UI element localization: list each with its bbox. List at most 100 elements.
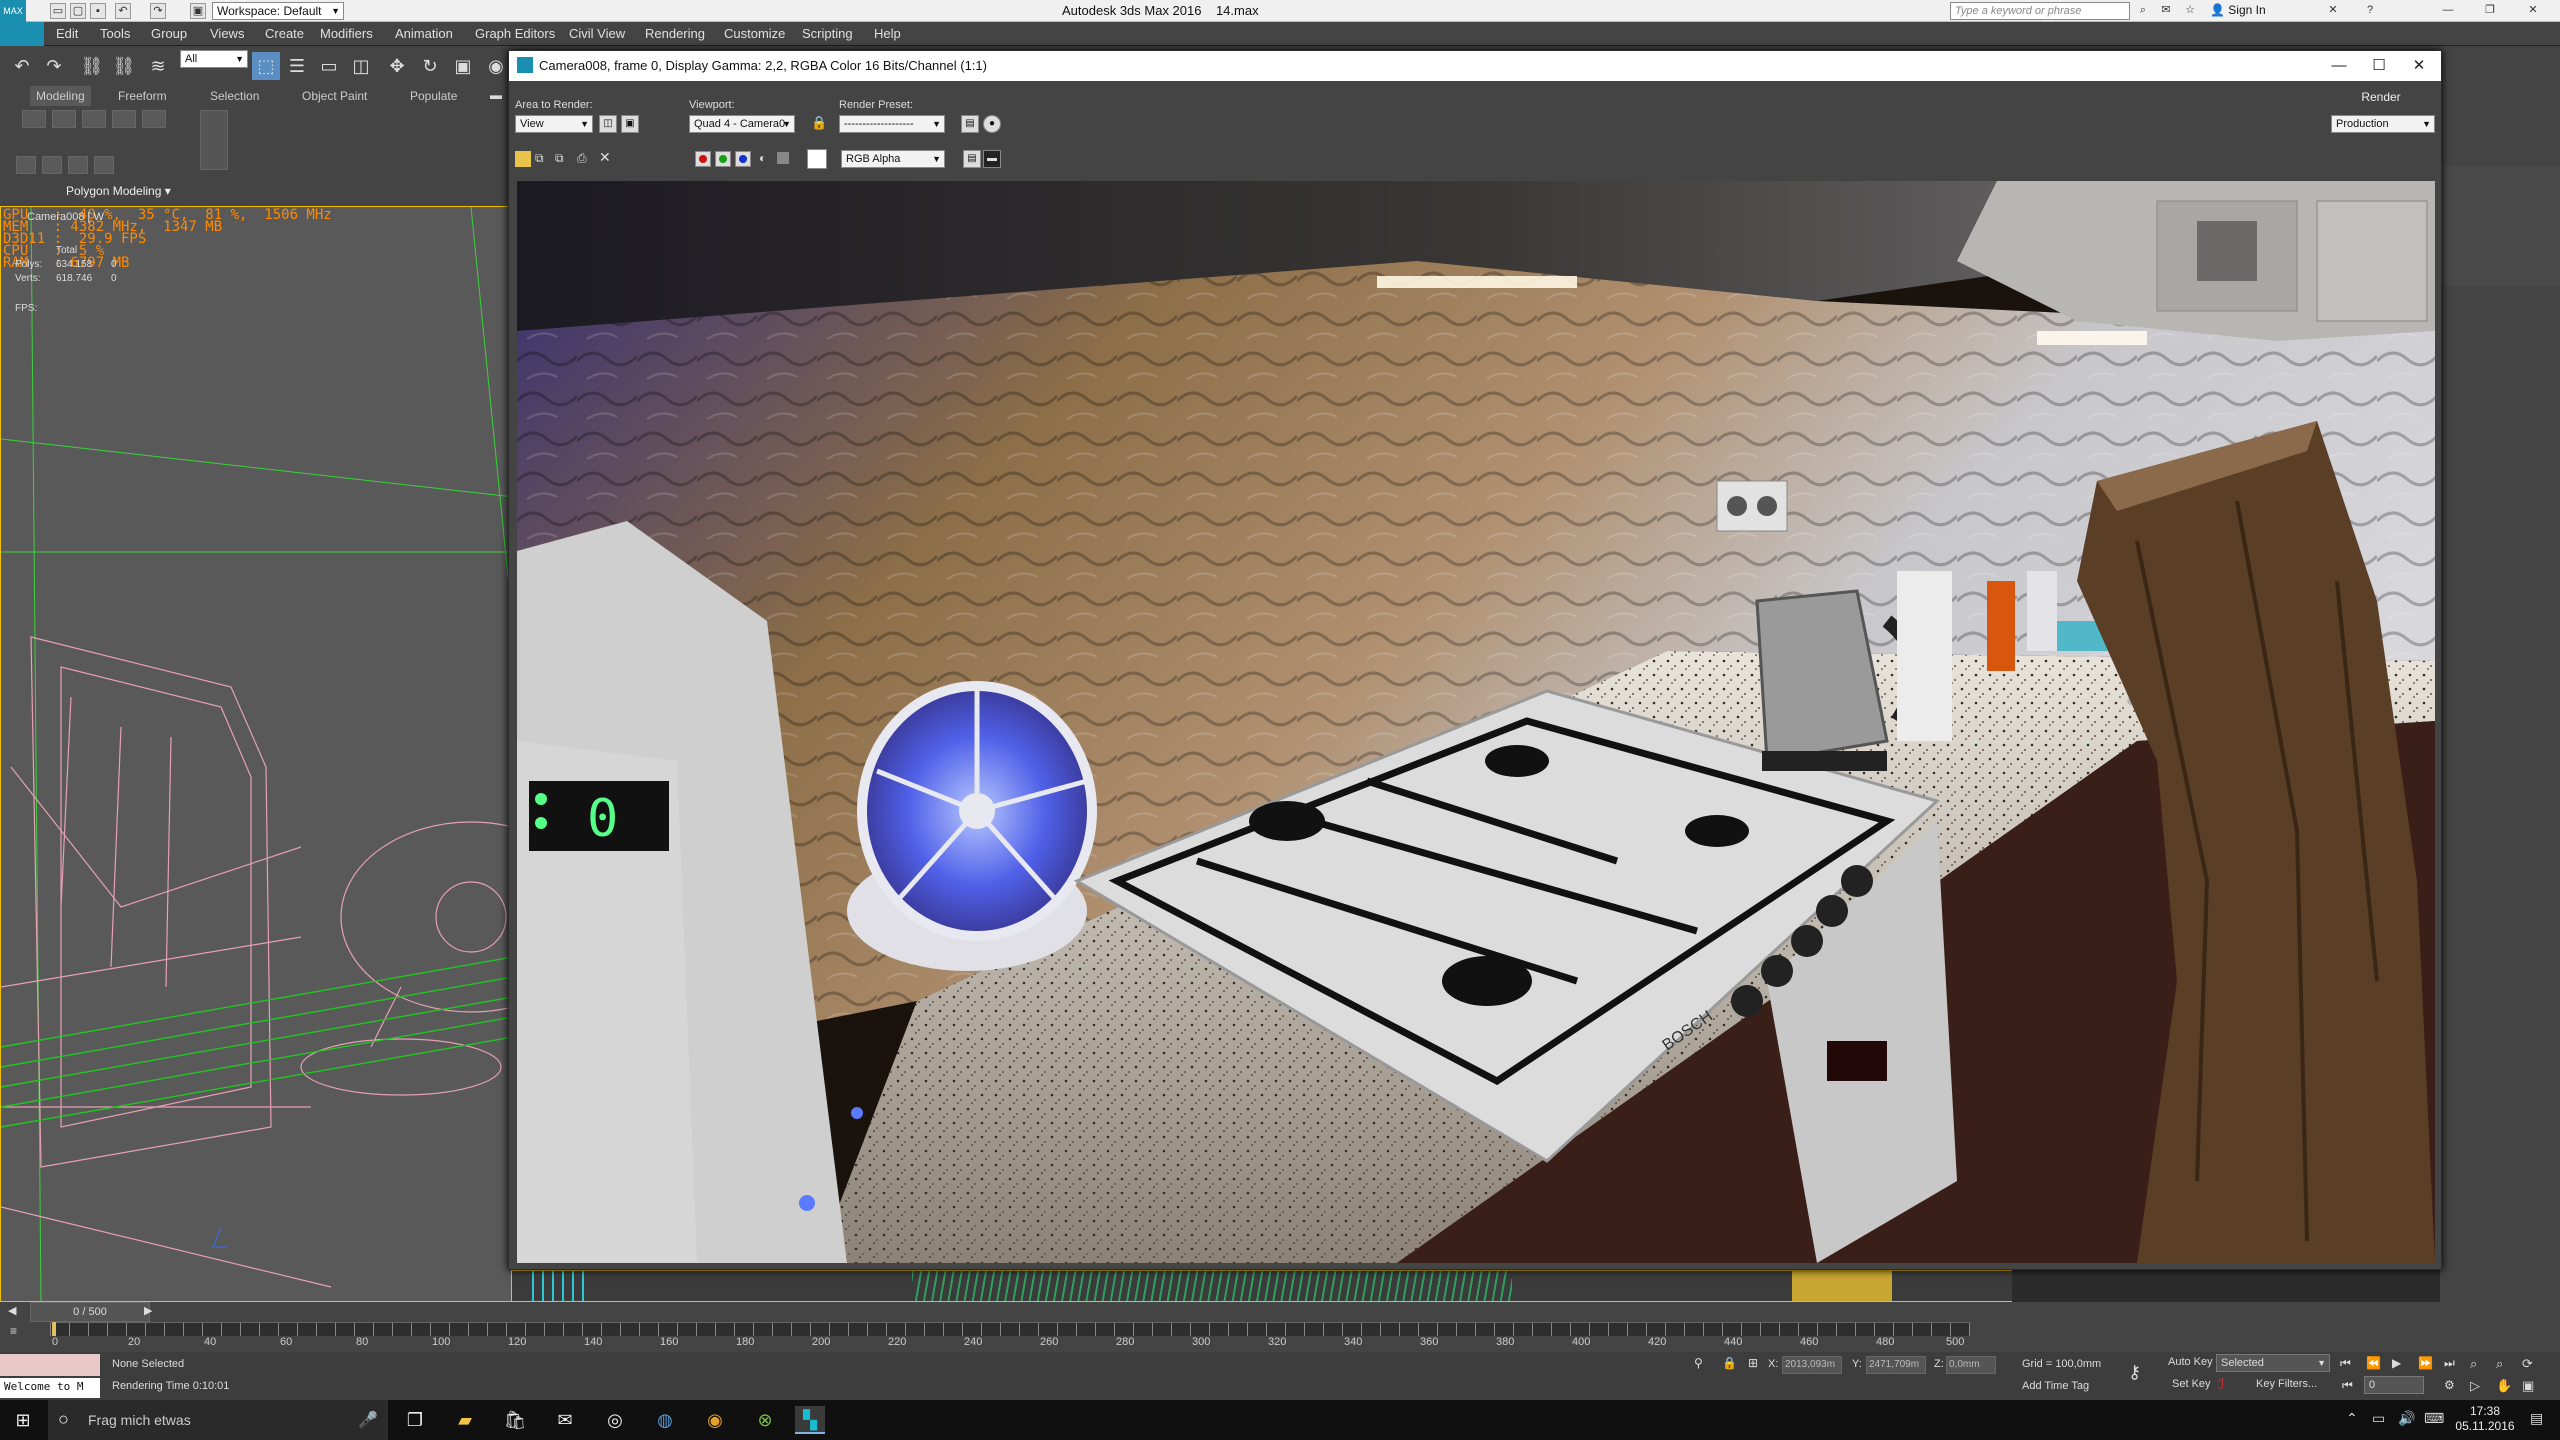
go-to-end-icon[interactable]: ⏭: [2444, 1356, 2455, 1371]
selection-lock-icon[interactable]: 🔒: [1722, 1356, 1737, 1370]
communication-icon[interactable]: ✉: [2158, 3, 2174, 19]
workspace-dropdown[interactable]: Workspace: Default ▼: [212, 2, 344, 20]
open-file-icon[interactable]: ▢: [70, 3, 86, 19]
edit-tool-icon[interactable]: [68, 156, 88, 174]
ribbon-toggle-icon[interactable]: ▬: [490, 88, 502, 102]
y-coord-field[interactable]: 2471,709m: [1866, 1356, 1926, 1374]
selection-set-dropdown[interactable]: Selected ▼: [2216, 1354, 2330, 1372]
rectangular-selection-icon[interactable]: ▭: [315, 52, 343, 80]
render-button[interactable]: Render: [2331, 87, 2431, 107]
unlink-icon[interactable]: ⛓: [110, 52, 138, 80]
element-icon[interactable]: [142, 110, 166, 128]
monochrome-icon[interactable]: [777, 152, 789, 164]
toggle-ui-icon[interactable]: ▬: [983, 150, 1001, 168]
task-view-icon[interactable]: ❐: [400, 1406, 430, 1434]
track-bar[interactable]: [50, 1322, 1970, 1336]
alpha-channel-icon[interactable]: ◐: [759, 151, 766, 165]
auto-region-icon[interactable]: ▣: [621, 115, 639, 133]
edit-region-icon[interactable]: ◫: [599, 115, 617, 133]
green-channel-toggle[interactable]: [715, 151, 731, 167]
edit-tool-icon[interactable]: [16, 156, 36, 174]
sign-in-button[interactable]: 👤 Sign In: [2210, 3, 2266, 17]
x-coord-field[interactable]: 2013,093m: [1782, 1356, 1842, 1374]
volume-icon[interactable]: 🔊: [2398, 1410, 2415, 1427]
undo-icon[interactable]: ↶: [115, 3, 131, 19]
close-icon[interactable]: ✕: [2399, 55, 2439, 77]
chrome-icon[interactable]: ◉: [700, 1406, 730, 1434]
tray-arrow-icon[interactable]: ⌃: [2346, 1410, 2358, 1427]
menu-rendering[interactable]: Rendering: [645, 26, 705, 41]
border-icon[interactable]: [82, 110, 106, 128]
bind-space-warp-icon[interactable]: ≋: [144, 52, 172, 80]
clear-color-swatch[interactable]: [807, 149, 827, 169]
absolute-mode-icon[interactable]: ⊞: [1748, 1356, 1758, 1370]
restore-icon[interactable]: ❐: [2482, 3, 2498, 19]
select-by-name-icon[interactable]: ☰: [283, 52, 311, 80]
viewport-dropdown[interactable]: Quad 4 - Camera0 ▼: [689, 115, 795, 133]
clear-image-icon[interactable]: ✕: [599, 149, 611, 166]
field-of-view-icon[interactable]: ▷: [2470, 1378, 2480, 1394]
tab-object-paint[interactable]: Object Paint: [296, 86, 373, 106]
command-panel[interactable]: [2440, 86, 2560, 1302]
next-frame-icon[interactable]: ⏩: [2418, 1356, 2433, 1370]
maximize-icon[interactable]: ☐: [2359, 55, 2399, 77]
camera-viewport[interactable]: GPU : 40 %, 35 °C, 81 %, 1506 MHz MEM : …: [0, 206, 512, 1302]
tab-populate[interactable]: Populate: [404, 86, 463, 106]
clone-frame-icon[interactable]: ⧉: [555, 151, 564, 166]
current-frame-field[interactable]: 0: [2364, 1376, 2424, 1394]
link-icon[interactable]: ⛓: [78, 52, 106, 80]
previous-frame-icon[interactable]: ⏪: [2366, 1356, 2381, 1370]
lock-icon[interactable]: 🔒: [811, 115, 827, 131]
rotate-icon[interactable]: ↻: [416, 52, 444, 80]
menu-tools[interactable]: Tools: [100, 26, 130, 41]
polygon-icon[interactable]: [112, 110, 136, 128]
notifications-icon[interactable]: ▤: [2530, 1410, 2543, 1427]
slider-prev-icon[interactable]: ◀: [8, 1304, 16, 1317]
tool-icon[interactable]: [200, 110, 228, 170]
copy-image-icon[interactable]: ⧉: [535, 151, 544, 166]
maximize-viewport-icon[interactable]: ▣: [2522, 1378, 2534, 1394]
isolate-icon[interactable]: ⚲: [1694, 1356, 1703, 1370]
menu-edit[interactable]: Edit: [56, 26, 78, 41]
exchange-icon[interactable]: ✕: [2325, 3, 2341, 19]
environment-icon[interactable]: ●: [983, 115, 1001, 133]
project-folder-icon[interactable]: ▣: [190, 3, 206, 19]
go-to-start-icon[interactable]: ⏮: [2340, 1356, 2351, 1371]
key-mode-icon[interactable]: ⚷: [2128, 1362, 2141, 1383]
display-channel-dropdown[interactable]: RGB Alpha ▼: [841, 150, 945, 168]
menu-graph-editors[interactable]: Graph Editors: [475, 26, 555, 41]
menu-create[interactable]: Create: [265, 26, 304, 41]
media-player-icon[interactable]: ◎: [600, 1406, 630, 1434]
slider-next-icon[interactable]: ▶: [144, 1304, 152, 1317]
select-object-icon[interactable]: ⬚: [252, 52, 280, 80]
orbit-icon[interactable]: ⟳: [2522, 1356, 2533, 1372]
pan-icon[interactable]: ✋: [2496, 1378, 2512, 1394]
move-icon[interactable]: ✥: [383, 52, 411, 80]
search-icon[interactable]: ⌕: [2135, 3, 2151, 19]
mail-icon[interactable]: ✉: [550, 1406, 580, 1434]
maxscript-mini-listener[interactable]: Welcome to M: [0, 1378, 100, 1398]
render-preset-dropdown[interactable]: ------------------- ▼: [839, 115, 945, 133]
help-icon[interactable]: ?: [2362, 3, 2378, 19]
edge-icon[interactable]: [52, 110, 76, 128]
edit-tool-icon[interactable]: [42, 156, 62, 174]
viewport-label[interactable]: Camera008 [ W: [27, 211, 104, 223]
mini-curve-editor-icon[interactable]: ≡: [10, 1324, 17, 1338]
zoom-all-icon[interactable]: ⌕: [2496, 1356, 2503, 1372]
scale-icon[interactable]: ▣: [449, 52, 477, 80]
set-key-button[interactable]: Set Key: [2172, 1378, 2211, 1390]
tab-selection[interactable]: Selection: [204, 86, 265, 106]
redo-icon[interactable]: ↷: [40, 52, 68, 80]
key-mode-toggle-icon[interactable]: ⏮: [2342, 1378, 2353, 1393]
add-time-tag-button[interactable]: Add Time Tag: [2022, 1380, 2089, 1392]
app-menu-icon[interactable]: [0, 22, 44, 46]
menu-group[interactable]: Group: [151, 26, 187, 41]
window-crossing-icon[interactable]: ◫: [347, 52, 375, 80]
file-explorer-icon[interactable]: ▰: [450, 1406, 480, 1434]
render-icon[interactable]: ◉: [482, 52, 510, 80]
save-image-icon[interactable]: [515, 151, 531, 167]
time-configuration-icon[interactable]: ⚙: [2444, 1378, 2455, 1392]
menu-animation[interactable]: Animation: [395, 26, 453, 41]
windows-start-icon[interactable]: ⊞: [8, 1406, 38, 1434]
polygon-modeling-dropdown[interactable]: Polygon Modeling ▾: [66, 184, 171, 198]
